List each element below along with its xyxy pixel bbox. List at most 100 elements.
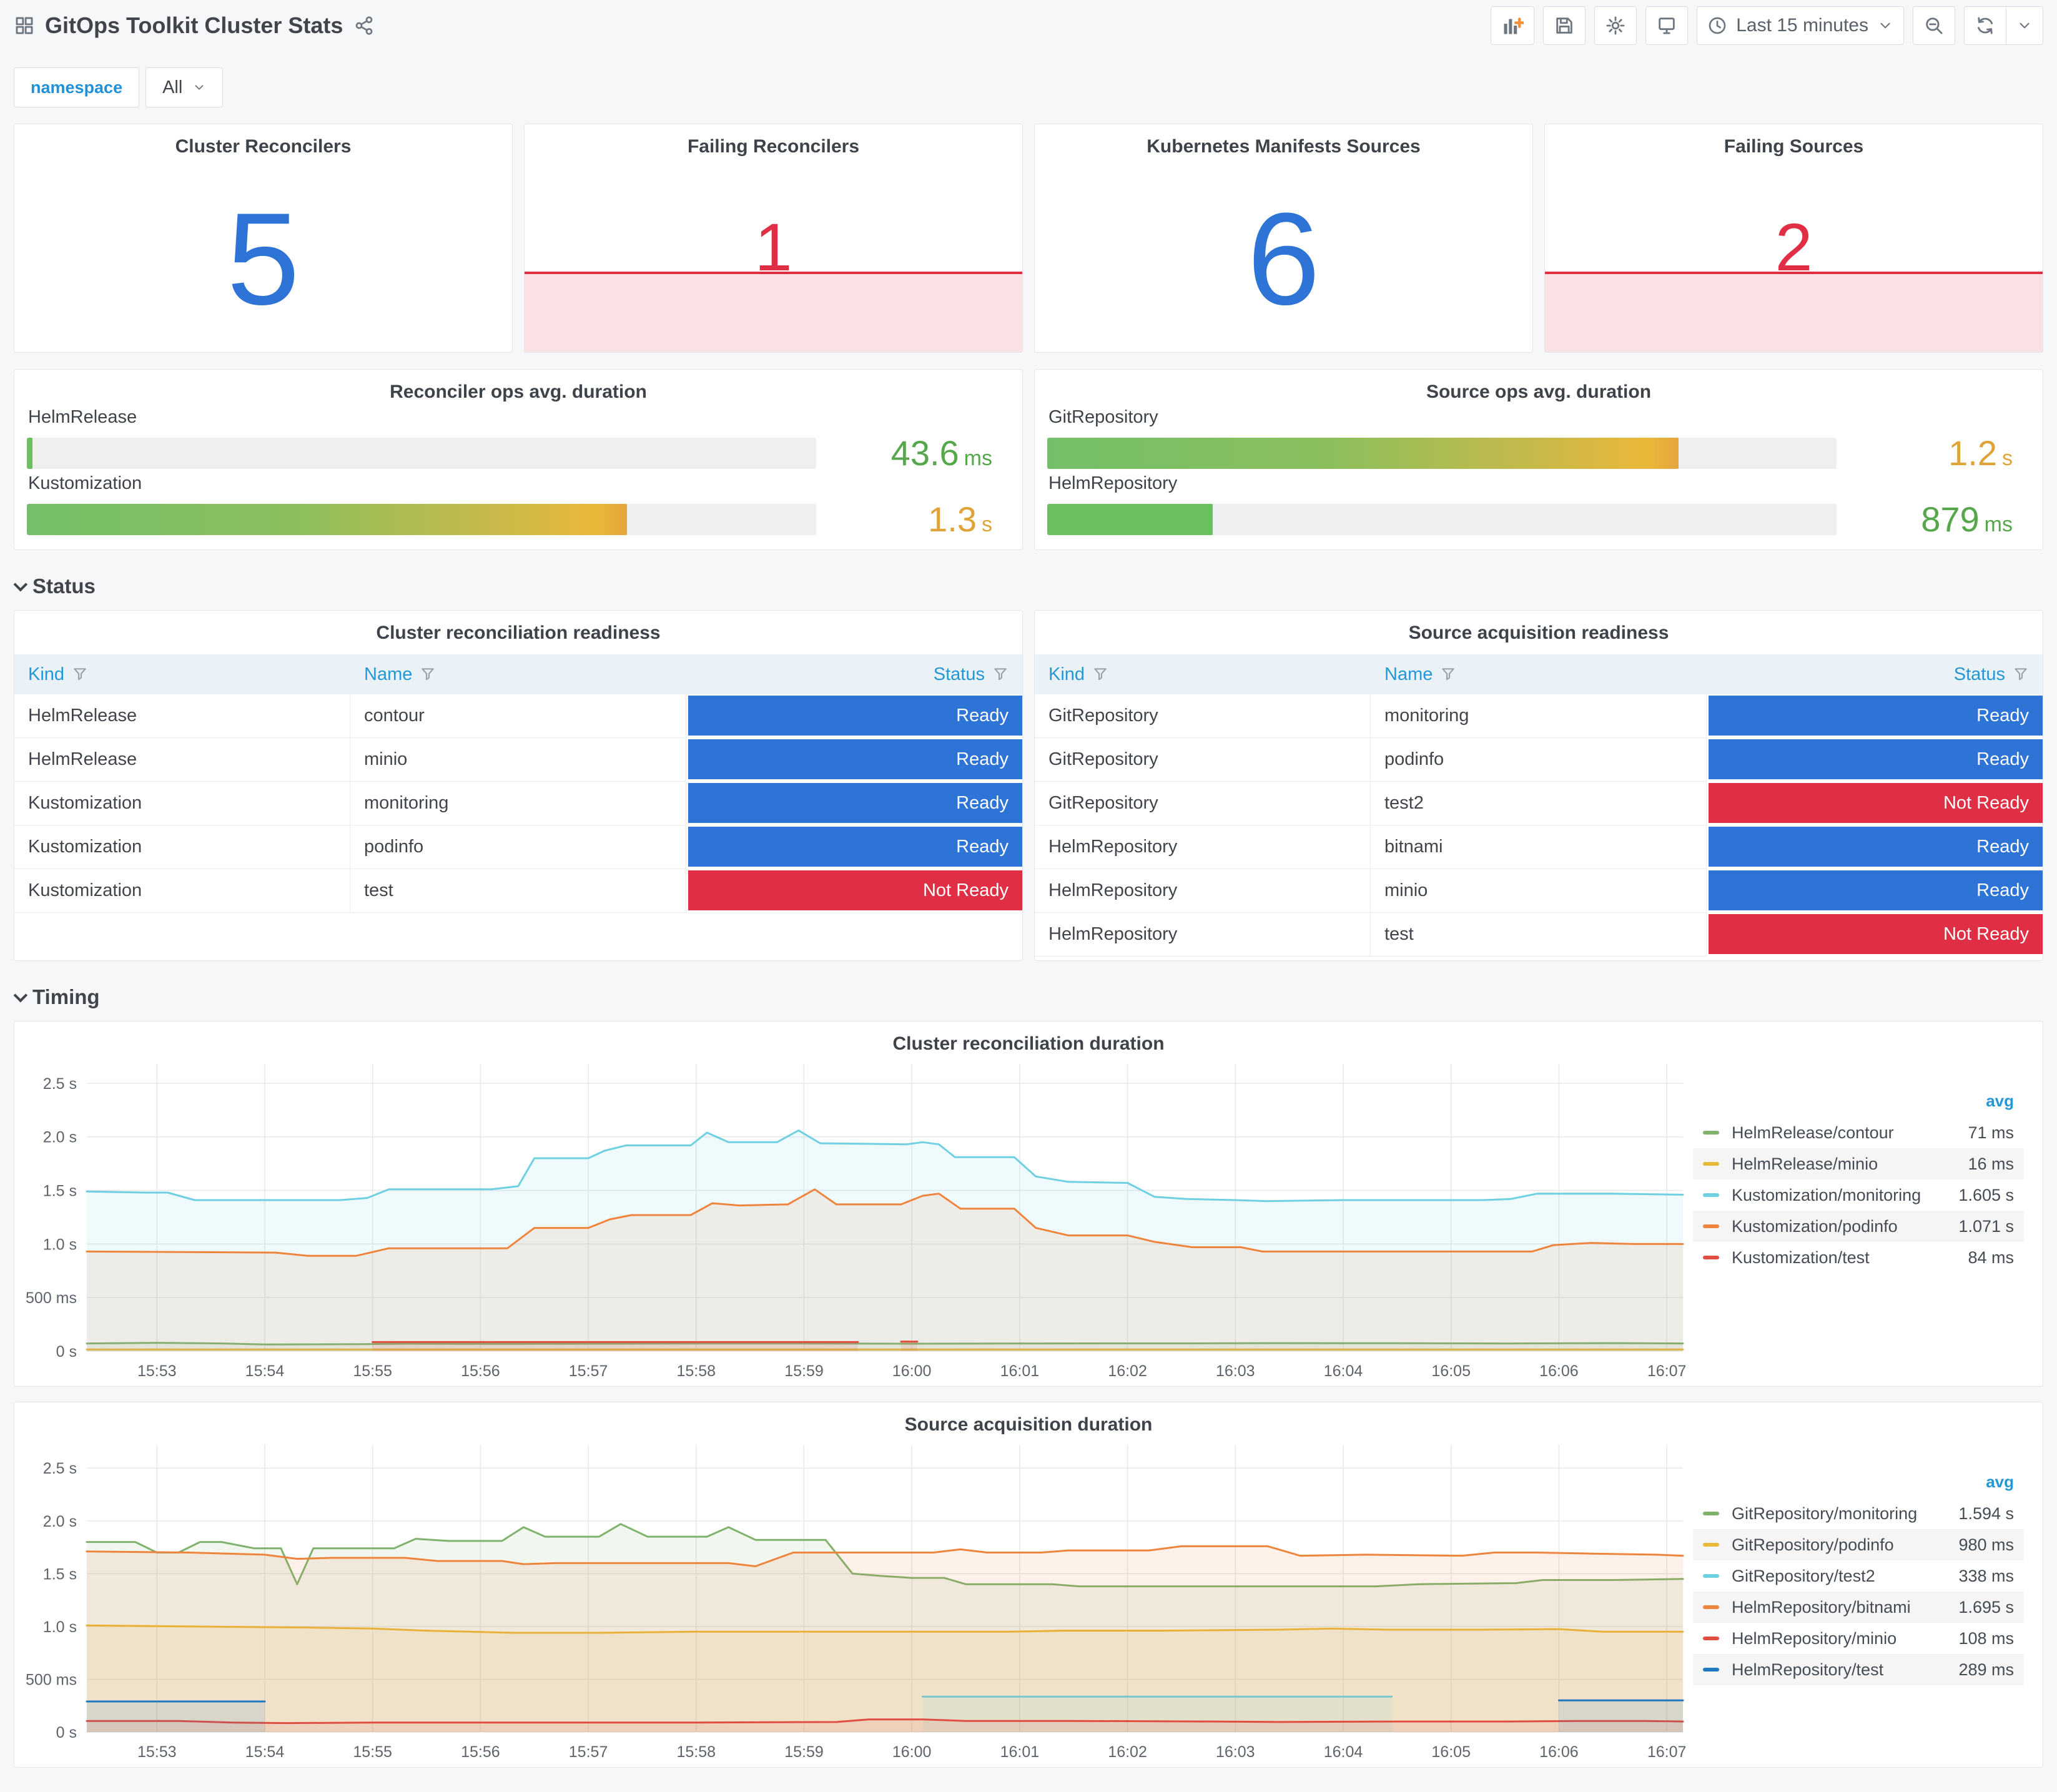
table-row[interactable]: Kustomization test Not Ready [14, 869, 1022, 913]
column-header-name[interactable]: Name [350, 654, 686, 694]
filter-icon[interactable] [1092, 666, 1108, 682]
stat-panel-0[interactable]: Cluster Reconcilers 5 [14, 124, 513, 353]
table-row[interactable]: GitRepository monitoring Ready [1035, 694, 2043, 738]
filter-icon[interactable] [1440, 666, 1456, 682]
stat-panel-1[interactable]: Failing Reconcilers 1 [524, 124, 1023, 353]
legend-item[interactable]: HelmRepository/test 289 ms [1693, 1654, 2024, 1685]
legend-item[interactable]: GitRepository/podinfo 980 ms [1693, 1529, 2024, 1560]
series-color-icon [1703, 1162, 1719, 1166]
stat-panel-title: Failing Sources [1724, 136, 1864, 157]
timeseries-panel-0[interactable]: Cluster reconciliation duration 15:53 15:5… [14, 1021, 2043, 1387]
column-header-status[interactable]: Status [686, 654, 1022, 694]
filter-icon[interactable] [72, 666, 88, 682]
legend-series-name: Kustomization/monitoring [1732, 1185, 1921, 1204]
svg-text:2.5 s: 2.5 s [43, 1460, 77, 1477]
svg-text:16:01: 16:01 [1000, 1362, 1040, 1380]
table-row[interactable]: GitRepository test2 Not Ready [1035, 782, 2043, 825]
series-color-icon [1703, 1668, 1719, 1671]
legend-item[interactable]: Kustomization/test 84 ms [1693, 1242, 2024, 1273]
legend-item[interactable]: Kustomization/monitoring 1.605 s [1693, 1179, 2024, 1211]
legend-series-name: Kustomization/test [1732, 1248, 1870, 1267]
cell-kind: HelmRepository [1035, 913, 1371, 957]
svg-text:1.5 s: 1.5 s [43, 1183, 77, 1200]
table-row[interactable]: HelmRepository bitnami Ready [1035, 825, 2043, 869]
filter-icon[interactable] [2013, 666, 2029, 682]
add-panel-button[interactable] [1491, 6, 1535, 45]
cell-kind: HelmRelease [14, 738, 350, 782]
legend-item[interactable]: HelmRepository/bitnami 1.695 s [1693, 1592, 2024, 1623]
legend-item[interactable]: HelmRepository/minio 108 ms [1693, 1623, 2024, 1654]
save-dashboard-button[interactable] [1543, 6, 1586, 45]
cell-name: minio [350, 738, 686, 782]
toolbar: Last 15 minutes [1491, 6, 2043, 45]
filter-icon[interactable] [992, 666, 1009, 682]
share-icon[interactable] [354, 16, 374, 36]
cell-kind: HelmRepository [1035, 869, 1371, 913]
legend-avg-header[interactable]: avg [1693, 1472, 2024, 1498]
column-header-name[interactable]: Name [1371, 654, 1707, 694]
gauge-value: 43.6 ms [890, 433, 992, 473]
bargauge-panel-0[interactable]: Reconciler ops avg. duration HelmRelease 4… [14, 369, 1023, 550]
plot-area[interactable]: 15:53 15:54 15:55 15:56 15:57 15:58 15:59 16:00… [14, 1055, 1693, 1386]
section-status[interactable]: Status [13, 571, 2043, 601]
legend-series-avg: 1.605 s [1958, 1185, 2014, 1204]
stat-panel-3[interactable]: Failing Sources 2 [1544, 124, 2043, 353]
svg-text:15:59: 15:59 [784, 1362, 824, 1380]
legend-item[interactable]: GitRepository/monitoring 1.594 s [1693, 1498, 2024, 1529]
time-range-picker[interactable]: Last 15 minutes [1697, 6, 1904, 45]
gauge-row: GitRepository 1.2 s [1047, 407, 2030, 473]
gauge-label: Kustomization [28, 473, 142, 493]
gauge-fill [27, 503, 627, 535]
section-timing[interactable]: Timing [13, 982, 2043, 1012]
cell-status: Ready [1707, 869, 2043, 913]
legend-series-name: HelmRepository/test [1732, 1660, 1884, 1679]
series-color-icon [1703, 1543, 1719, 1547]
settings-button[interactable] [1594, 6, 1637, 45]
chart-legend: avg GitRepository/monitoring 1.594 s GitRep… [1693, 1436, 2043, 1767]
section-timing-label: Timing [32, 985, 100, 1008]
chevron-down-icon [13, 577, 28, 592]
table-row[interactable]: HelmRepository minio Ready [1035, 869, 2043, 913]
cell-kind: GitRepository [1035, 782, 1371, 825]
column-header-kind[interactable]: Kind [14, 654, 350, 694]
legend-item[interactable]: GitRepository/test2 338 ms [1693, 1560, 2024, 1592]
table-row[interactable]: Kustomization podinfo Ready [14, 825, 1022, 869]
namespace-filter-dropdown[interactable]: All [146, 67, 224, 107]
svg-text:15:55: 15:55 [353, 1743, 392, 1761]
status-badge: Ready [688, 739, 1022, 779]
gauge-label: GitRepository [1048, 407, 1158, 427]
cell-status: Ready [686, 738, 1022, 782]
svg-text:16:07: 16:07 [1647, 1362, 1687, 1380]
plot-area[interactable]: 15:53 15:54 15:55 15:56 15:57 15:58 15:59 16:00… [14, 1436, 1693, 1767]
column-header-status[interactable]: Status [1707, 654, 2043, 694]
series-color-icon [1703, 1574, 1719, 1578]
apps-grid-icon[interactable] [14, 15, 35, 36]
legend-item[interactable]: HelmRelease/contour 71 ms [1693, 1117, 2024, 1148]
svg-text:16:00: 16:00 [892, 1743, 932, 1761]
gauge-label: HelmRelease [28, 407, 137, 427]
bargauge-panel-1[interactable]: Source ops avg. duration GitRepository 1.2… [1034, 369, 2043, 550]
chart-title: Source acquisition duration [904, 1414, 1153, 1435]
cycle-view-button[interactable] [1645, 6, 1689, 45]
gauge-value: 879 ms [1921, 500, 2013, 539]
svg-text:500 ms: 500 ms [26, 1671, 77, 1688]
filter-icon[interactable] [420, 666, 436, 682]
column-header-kind[interactable]: Kind [1035, 654, 1371, 694]
stat-panel-2[interactable]: Kubernetes Manifests Sources 6 [1034, 124, 1533, 353]
refresh-button[interactable] [1964, 6, 2006, 45]
legend-avg-header[interactable]: avg [1693, 1091, 2024, 1117]
table-row[interactable]: HelmRelease contour Ready [14, 694, 1022, 738]
svg-text:16:05: 16:05 [1431, 1743, 1471, 1761]
table-row[interactable]: HelmRelease minio Ready [14, 738, 1022, 782]
svg-text:16:06: 16:06 [1539, 1362, 1579, 1380]
status-badge: Ready [688, 696, 1022, 736]
zoom-out-button[interactable] [1913, 6, 1955, 45]
svg-text:15:54: 15:54 [245, 1743, 285, 1761]
timeseries-panel-1[interactable]: Source acquisition duration 15:53 15:54 15:… [14, 1402, 2043, 1768]
table-row[interactable]: Kustomization monitoring Ready [14, 782, 1022, 825]
table-row[interactable]: HelmRepository test Not Ready [1035, 913, 2043, 957]
legend-item[interactable]: Kustomization/podinfo 1.071 s [1693, 1211, 2024, 1242]
table-row[interactable]: GitRepository podinfo Ready [1035, 738, 2043, 782]
refresh-interval-dropdown[interactable] [2006, 6, 2043, 45]
legend-item[interactable]: HelmRelease/minio 16 ms [1693, 1148, 2024, 1179]
